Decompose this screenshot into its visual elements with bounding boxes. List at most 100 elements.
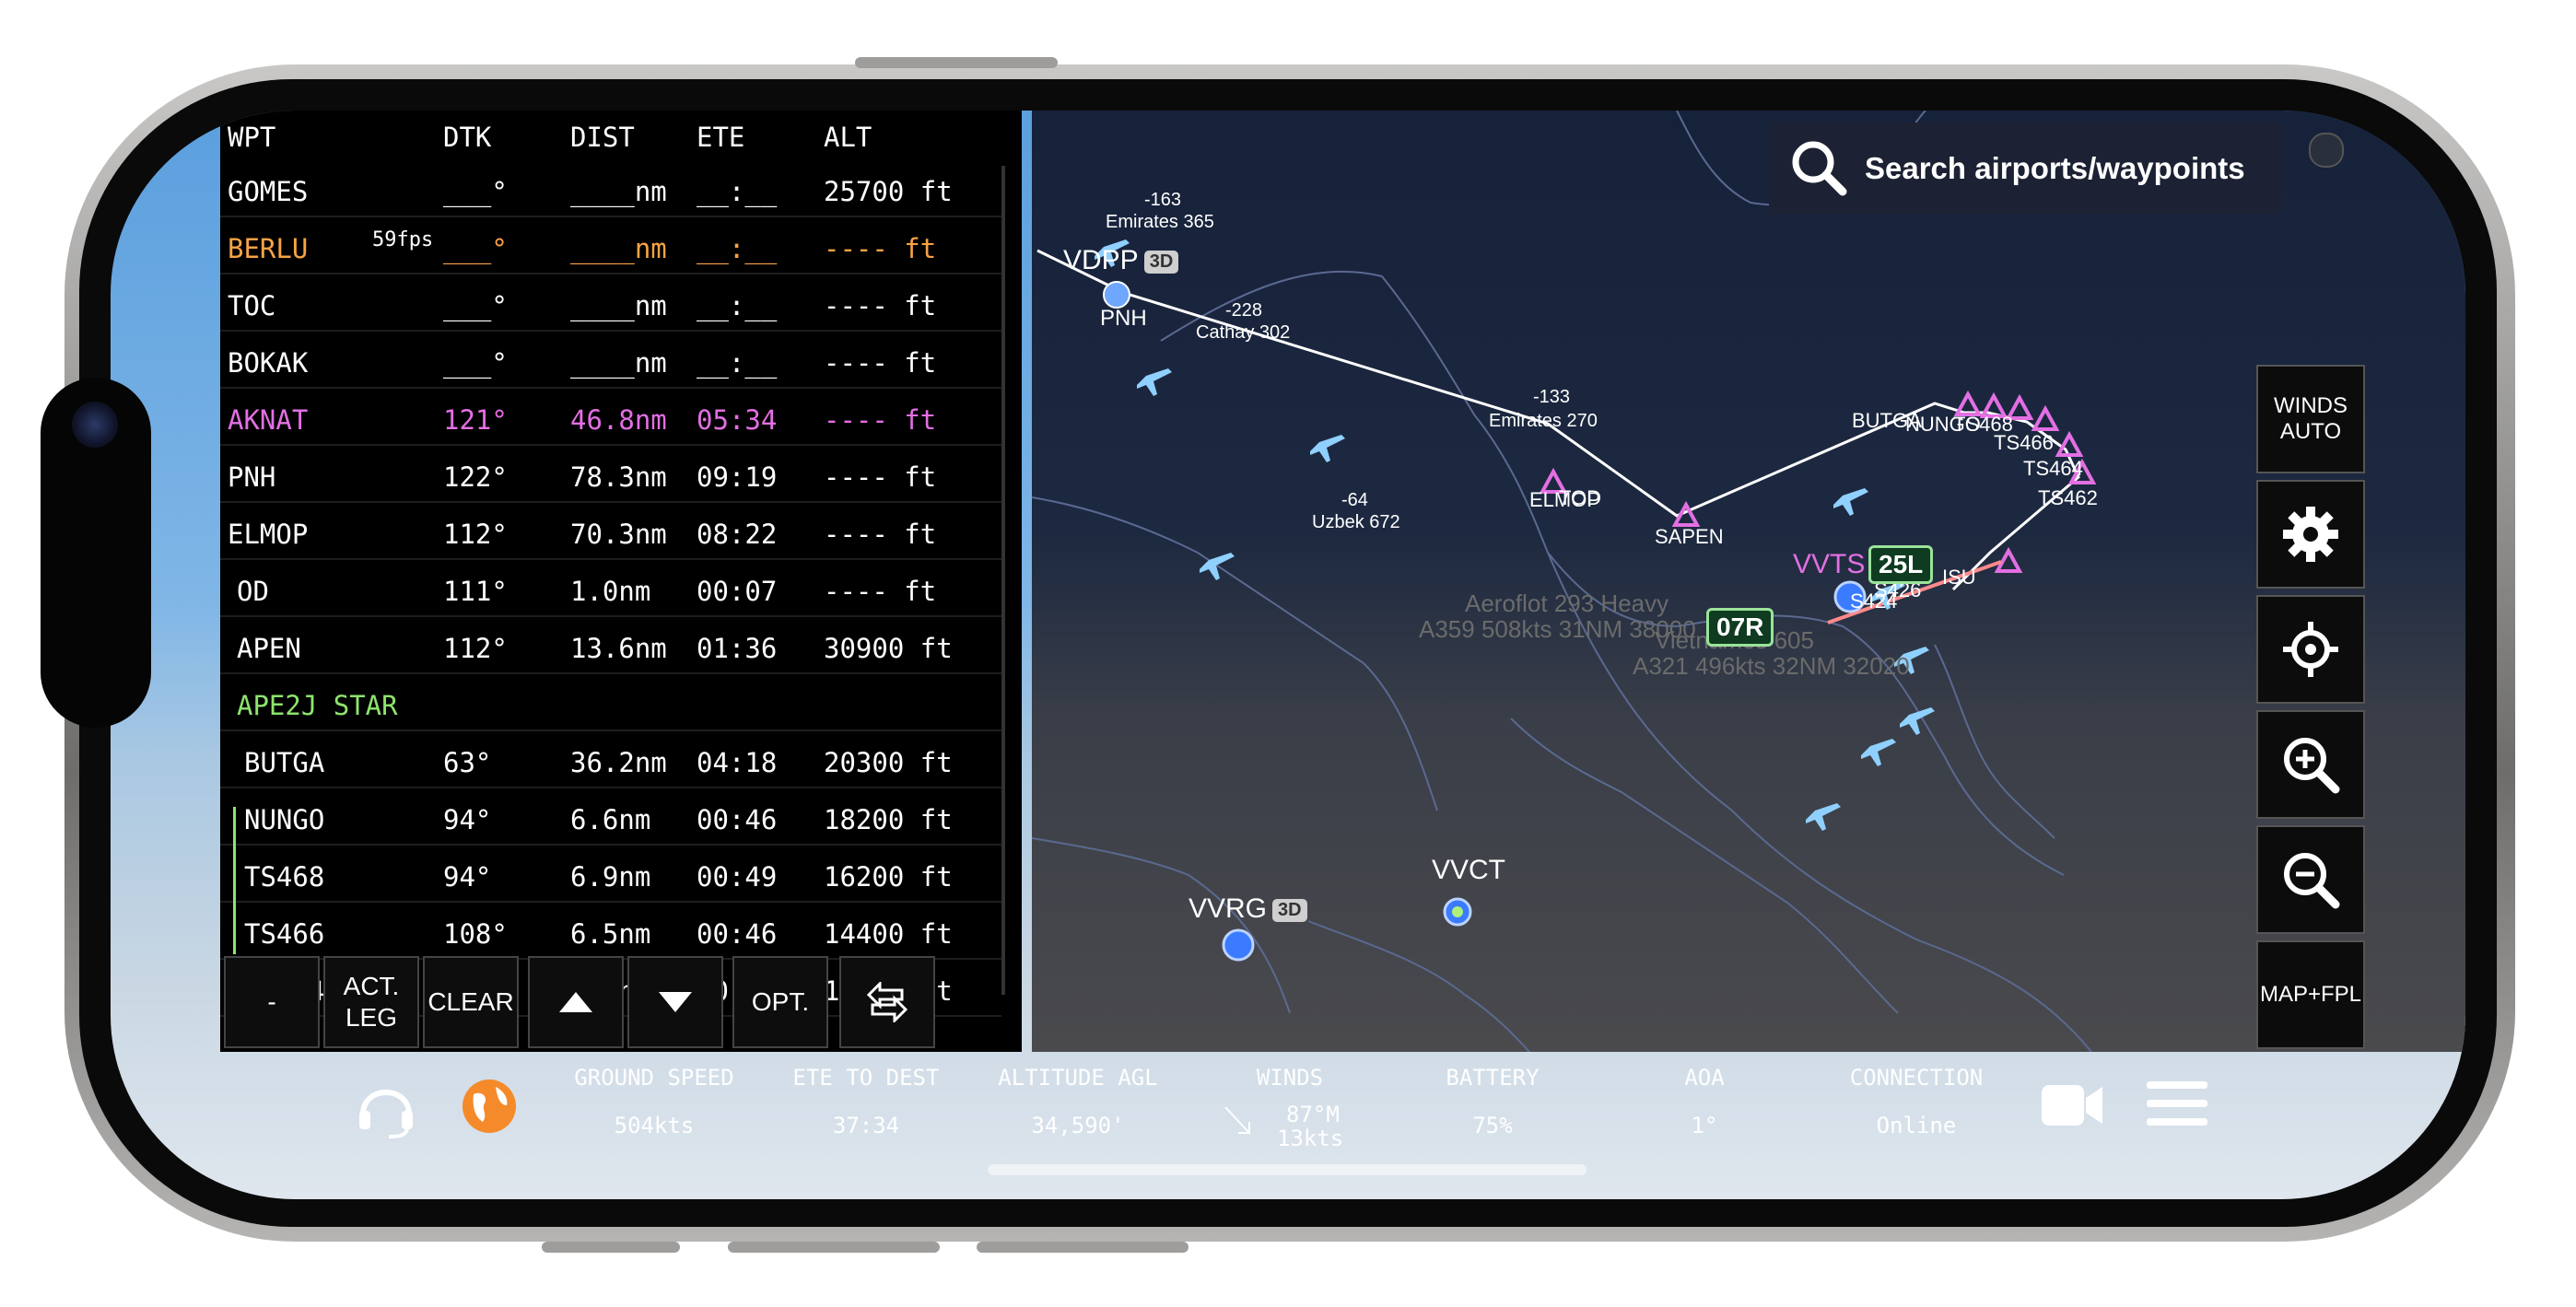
fpl-cell-dist: 6.5nm [570, 918, 651, 950]
fpl-cell-wpt: APE2J STAR [237, 690, 398, 721]
fpl-cell-alt: 30900 ft [824, 633, 953, 664]
home-indicator[interactable] [988, 1164, 1587, 1175]
remove-button[interactable]: - [224, 956, 320, 1048]
airport-vvrg[interactable]: VVRG 3D [1188, 893, 1307, 925]
stat-aoa: AOA 1° [1649, 1065, 1760, 1138]
search-icon [1792, 141, 1847, 196]
fpl-cell-ete: __:__ [697, 176, 778, 207]
winds-auto-button[interactable]: WINDS AUTO [2256, 365, 2365, 473]
airport-vvct[interactable]: VVCT [1432, 855, 1505, 886]
stat-ground-speed: GROUND SPEED 504kts [544, 1065, 765, 1138]
settings-button[interactable] [2256, 480, 2365, 589]
fpl-cell-dtk: 63° [443, 747, 492, 778]
act-label: ACT. [343, 972, 400, 1001]
fpl-row[interactable]: AKNAT 121° 46.8nm 05:34 ---- ft [220, 394, 1001, 446]
fpl-cell-ete: __:__ [697, 290, 778, 321]
connection-label: CONNECTION [1849, 1065, 1984, 1091]
menu-icon[interactable] [2145, 1078, 2209, 1129]
fpl-cell-dtk: 94° [443, 861, 492, 893]
fpl-row[interactable]: APE2J STAR [220, 680, 1001, 731]
move-up-button[interactable] [528, 956, 624, 1048]
fpl-row[interactable]: TS468 94° 6.9nm 00:49 16200 ft [220, 851, 1001, 903]
fpl-cell-ete: 05:34 [697, 404, 778, 436]
header-wpt: WPT [228, 122, 276, 153]
stat-altitude: ALTITUDE AGL 34,590' [977, 1065, 1179, 1138]
clear-button[interactable]: CLEAR [423, 956, 519, 1048]
fpl-cell-ete: 00:46 [697, 804, 778, 835]
airport-vdpp[interactable]: VDPP 3D [1063, 245, 1179, 276]
fpl-cell-wpt: BOKAK [228, 347, 309, 379]
fpl-cell-dtk: 121° [443, 404, 508, 436]
fpl-toolbar: - ACT. LEG CLEAR OPT. [220, 956, 1022, 1052]
fpl-cell-dist: 6.6nm [570, 804, 651, 835]
reverse-button[interactable] [839, 956, 935, 1048]
fps-counter: 59fps [372, 228, 434, 251]
fpl-cell-wpt: APEN [237, 633, 301, 664]
fpl-cell-ete: __:__ [697, 347, 778, 379]
fpl-row[interactable]: PNH 122° 78.3nm 09:19 ---- ft [220, 451, 1001, 503]
zoom-out-button[interactable] [2256, 825, 2365, 934]
aoa-value: 1° [1691, 1113, 1718, 1138]
fpl-cell-ete: 08:22 [697, 519, 778, 550]
fpl-row[interactable]: TOC ___° ____nm __:__ ---- ft [220, 280, 1001, 332]
fpl-row[interactable]: ELMOP 112° 70.3nm 08:22 ---- ft [220, 508, 1001, 560]
fpl-scrollbar[interactable] [1001, 166, 1005, 995]
status-bar: GROUND SPEED 504kts ETE TO DEST 37:34 AL… [111, 1052, 2465, 1199]
runway-07r[interactable]: 07R [1706, 608, 1774, 647]
fpl-row[interactable]: APEN 112° 13.6nm 01:36 30900 ft [220, 623, 1001, 674]
fpl-cell-dtk: 111° [443, 576, 508, 607]
fpl-row[interactable]: NUNGO 94° 6.6nm 00:46 18200 ft [220, 794, 1001, 846]
fpl-row[interactable]: BERLU ___° ____nm __:__ ---- ft 59fps [220, 223, 1001, 274]
map-status-icon[interactable] [2309, 133, 2344, 168]
fpl-cell-dtk: 122° [443, 461, 508, 493]
waypoint-sapen: SAPEN [1655, 525, 1724, 548]
headset-icon[interactable] [354, 1076, 418, 1140]
fpl-row[interactable]: GOMES ___° ____nm __:__ 25700 ft [220, 166, 1001, 217]
header-alt: ALT [824, 122, 872, 153]
moving-map[interactable]: -163 Emirates 365 -228 Cathay 302 -133 E… [1032, 111, 2465, 1052]
globe-icon[interactable] [461, 1078, 518, 1135]
fpl-cell-ete: __:__ [697, 233, 778, 264]
options-button[interactable]: OPT. [732, 956, 828, 1048]
fpl-cell-dtk: 94° [443, 804, 492, 835]
activate-leg-button[interactable]: ACT. LEG [323, 956, 419, 1048]
crosshair-icon [2283, 622, 2338, 677]
bottom-button-3 [977, 1242, 1188, 1253]
zoom-in-button[interactable] [2256, 710, 2365, 819]
fpl-cell-dist: 36.2nm [570, 747, 667, 778]
camera-icon[interactable] [2040, 1079, 2104, 1131]
airport-vvts-label: VVTS [1793, 549, 1866, 579]
search-bar[interactable]: Search airports/waypoints [1769, 123, 2281, 215]
fpl-cell-dist: ____nm [570, 347, 667, 379]
fpl-row[interactable]: BOKAK ___° ____nm __:__ ---- ft [220, 337, 1001, 389]
front-camera [72, 402, 118, 448]
fpl-row[interactable]: TS466 108° 6.5nm 00:46 14400 ft [220, 908, 1001, 960]
move-down-button[interactable] [627, 956, 723, 1048]
traffic-name-3: Emirates 270 [1489, 411, 1598, 431]
waypoint-pnh: PNH [1100, 306, 1147, 331]
fpl-cell-ete: 00:07 [697, 576, 778, 607]
search-input[interactable]: Search airports/waypoints [1865, 151, 2245, 186]
fpl-cell-ete: 00:49 [697, 861, 778, 893]
battery-value: 75% [1472, 1113, 1513, 1138]
altitude-label: ALTITUDE AGL [998, 1065, 1158, 1091]
stat-ete: ETE TO DEST 37:34 [774, 1065, 958, 1138]
fpl-row[interactable]: OD 111° 1.0nm 00:07 ---- ft [220, 566, 1001, 617]
map-controls: WINDS AUTO MAP+FPL [2256, 365, 2365, 1056]
fpl-cell-dist: 6.9nm [570, 861, 651, 893]
fpl-row[interactable]: BUTGA 63° 36.2nm 04:18 20300 ft [220, 737, 1001, 788]
fpl-cell-wpt: OD [237, 576, 269, 607]
traffic-name-1: Emirates 365 [1106, 212, 1214, 232]
fpl-cell-dist: ____nm [570, 176, 667, 207]
fpl-cell-wpt: GOMES [228, 176, 309, 207]
fpl-cell-dtk: 108° [443, 918, 508, 950]
flight-plan-panel: WPT DTK DIST ETE ALT GOMES ___° ____nm __:_… [220, 111, 1022, 1052]
battery-label: BATTERY [1446, 1065, 1540, 1091]
ground-speed-label: GROUND SPEED [574, 1065, 734, 1091]
altitude-value: 34,590' [1031, 1113, 1125, 1138]
map-fpl-button[interactable]: MAP+FPL [2256, 940, 2365, 1049]
fpl-cell-ete: 09:19 [697, 461, 778, 493]
recenter-button[interactable] [2256, 595, 2365, 704]
runway-25l[interactable]: 25L [1868, 545, 1934, 584]
connection-value: Online [1876, 1113, 1957, 1138]
